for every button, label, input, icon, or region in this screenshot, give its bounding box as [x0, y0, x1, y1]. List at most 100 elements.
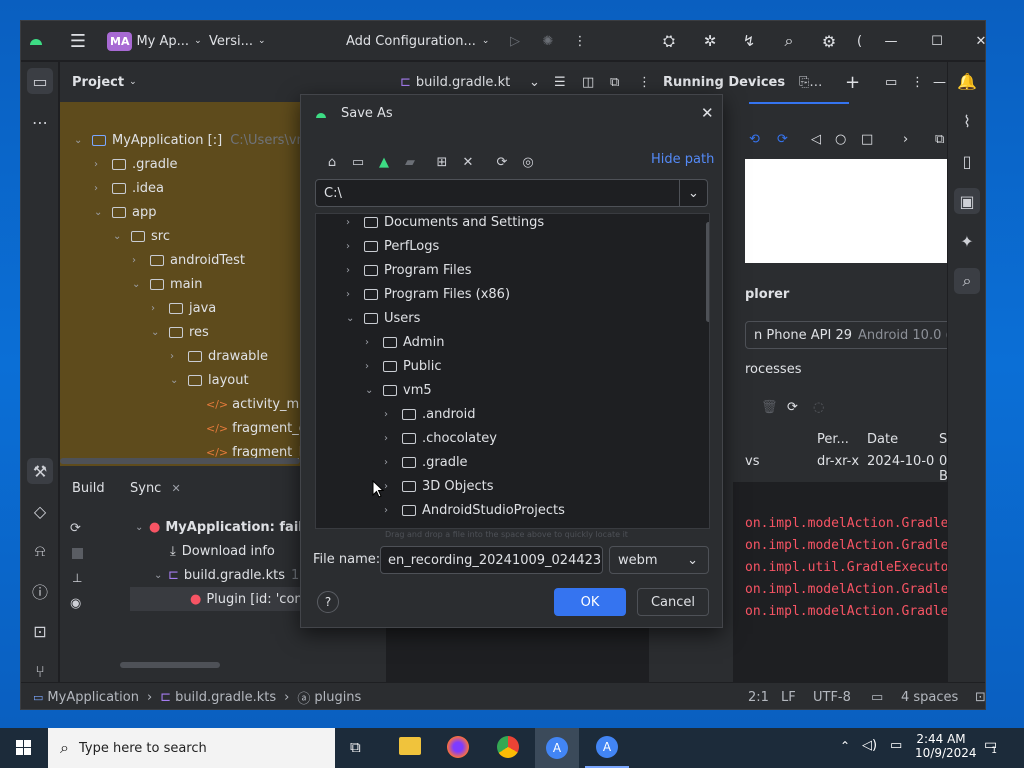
breadcrumb-project[interactable]: MyApplication [47, 690, 139, 705]
processes-tab[interactable]: rocesses [745, 362, 801, 377]
home-icon[interactable]: ⌂ [321, 151, 343, 173]
bug-icon[interactable]: ✲ [699, 21, 721, 61]
tree-item[interactable]: ⌄ vm5 [365, 378, 432, 402]
git-branch-icon[interactable]: ⑂ [27, 658, 53, 684]
tree-item[interactable]: ⌄ res [151, 320, 209, 344]
vcs-selector[interactable]: Versi... ⌄ [209, 21, 266, 61]
vertical-scrollbar[interactable] [706, 222, 709, 322]
file-row-name[interactable]: vs [745, 454, 759, 469]
tree-item[interactable]: ⌄ Users [346, 306, 420, 330]
project-selector[interactable]: MA My Ap... ⌄ [107, 21, 202, 61]
chevron-up-icon[interactable]: ⌃ [840, 739, 850, 753]
cancel-button[interactable]: Cancel [637, 588, 709, 616]
firefox-icon[interactable] [447, 736, 469, 758]
maximize-icon[interactable]: ☐ [927, 21, 947, 61]
rerun-icon[interactable]: ⟳ [70, 521, 81, 536]
notifications-icon[interactable]: ▭1 [984, 737, 1003, 756]
build-hammer-icon[interactable]: ⚒ [27, 458, 53, 484]
tree-item[interactable]: › .android [384, 402, 475, 426]
gradle-elephant-icon[interactable]: ⌇ [954, 108, 980, 134]
tree-item[interactable]: › .idea [94, 176, 164, 200]
build-row-gradle[interactable]: ⌄ ⊏ build.gradle.kts 1 err [154, 563, 322, 587]
editor-tab[interactable]: ⊏ build.gradle.kt [400, 70, 510, 94]
run-icon[interactable]: ▷ [505, 21, 525, 61]
tree-item[interactable]: › AndroidStudioProjects [384, 498, 565, 522]
task-view-icon[interactable]: ⧉ [350, 738, 361, 756]
indent-setting[interactable]: 4 spaces [901, 690, 958, 705]
more-horizontal-icon[interactable]: ⋯ [27, 109, 53, 135]
terminal-icon[interactable]: ⊡ [27, 618, 53, 644]
pin-icon[interactable]: ⊥ [72, 571, 82, 585]
file-encoding[interactable]: UTF-8 [813, 690, 851, 705]
device-screen[interactable] [745, 159, 977, 263]
breadcrumb-symbol[interactable]: plugins [314, 690, 361, 705]
build-tools-icon[interactable]: ⛭ [658, 21, 680, 61]
tree-item[interactable]: › androidTest [132, 248, 245, 272]
preview-icon[interactable]: ⧉ [610, 70, 619, 94]
column-permissions[interactable]: Per... [817, 432, 849, 447]
file-explorer-icon[interactable] [399, 737, 421, 755]
line-separator[interactable]: LF [781, 690, 796, 705]
tree-item[interactable]: › Public [365, 354, 441, 378]
tree-item[interactable]: › drawable [170, 344, 268, 368]
close-icon[interactable]: ✕ [701, 104, 714, 122]
tree-item[interactable]: › .chocolatey [384, 426, 497, 450]
chevron-right-icon[interactable]: › [903, 132, 908, 147]
more-icon[interactable]: ⋮ [573, 21, 587, 61]
clock[interactable]: 2:44 AM 10/9/2024 [915, 732, 977, 760]
gemini-icon[interactable]: ✦ [954, 228, 980, 254]
new-folder-icon[interactable]: ⊞ [431, 151, 453, 173]
screenshot-icon[interactable]: ⧉ [935, 132, 944, 147]
path-field[interactable]: C:\ ⌄ [315, 179, 708, 207]
filetype-select[interactable]: webm ⌄ [609, 546, 709, 574]
device-explorer-icon[interactable]: ⌕ [954, 268, 980, 294]
tree-item[interactable]: › Documents and Settings [346, 214, 544, 234]
tree-item[interactable]: › .gradle [384, 450, 468, 474]
cursor-position[interactable]: 2:1 [748, 690, 769, 705]
overview-icon[interactable]: □ [861, 132, 873, 147]
delete-icon[interactable]: ✕ [457, 151, 479, 173]
chevron-down-icon[interactable]: ⌄ [529, 70, 540, 94]
tree-item[interactable]: </> fragment_da [206, 416, 315, 440]
build-row-download[interactable]: ⤓ Download info [170, 539, 275, 563]
gear-icon[interactable]: ⚙ [818, 21, 840, 61]
minimize-icon[interactable]: — [881, 21, 901, 61]
project-root-row[interactable]: ⌄ MyApplication [:] C:\Users\vm [74, 128, 309, 152]
run-configuration-selector[interactable]: Add Configuration... ⌄ [346, 21, 489, 61]
running-devices-icon[interactable]: ▣ [954, 188, 980, 214]
home-icon[interactable]: ○ [835, 132, 846, 147]
chevron-down-icon[interactable]: ⌄ [679, 180, 707, 206]
sync-icon[interactable]: ↯ [738, 21, 760, 61]
network-icon[interactable]: ▭ [890, 738, 902, 753]
delete-icon[interactable]: 🗑 [761, 400, 778, 415]
hide-path-link[interactable]: Hide path [651, 152, 714, 167]
volume-icon[interactable]: ◁) [862, 738, 877, 753]
close-icon[interactable]: ✕ [971, 21, 985, 61]
filename-input[interactable]: en_recording_20241009_024423 [380, 546, 603, 574]
main-menu-icon[interactable]: ☰ [67, 21, 89, 61]
close-icon[interactable]: ✕ [171, 482, 180, 495]
taskbar-search-box[interactable]: ⌕ Type here to search [48, 728, 335, 768]
notifications-icon[interactable]: 🔔 [954, 68, 980, 94]
problems-icon[interactable]: ⓘ [27, 578, 53, 604]
android-project-icon[interactable]: ▲ [373, 151, 395, 173]
debug-icon[interactable]: ✺ [538, 21, 558, 61]
chrome-icon[interactable] [497, 736, 519, 758]
stop-icon[interactable] [72, 548, 83, 559]
layout-icon[interactable]: ▭ [885, 75, 897, 90]
show-hidden-icon[interactable]: ◎ [517, 151, 539, 173]
eye-icon[interactable]: ◉ [70, 596, 81, 611]
windows-start-icon[interactable] [0, 728, 48, 768]
device-tab-icon[interactable]: ⎘… [799, 75, 822, 90]
split-icon[interactable]: ◫ [582, 70, 594, 94]
refresh-icon[interactable]: ⟳ [787, 400, 798, 415]
add-icon[interactable]: + [845, 72, 860, 93]
tab-build[interactable]: Build [72, 481, 105, 496]
tree-item[interactable]: › .gradle [94, 152, 178, 176]
lock-icon[interactable]: ⊡ [975, 690, 985, 705]
column-date[interactable]: Date [867, 432, 898, 447]
minimize-icon[interactable]: — [933, 75, 946, 90]
tree-item[interactable]: › Program Files [346, 258, 472, 282]
tree-item[interactable]: ⌄ main [132, 272, 202, 296]
refresh-icon[interactable]: ⟳ [491, 151, 513, 173]
